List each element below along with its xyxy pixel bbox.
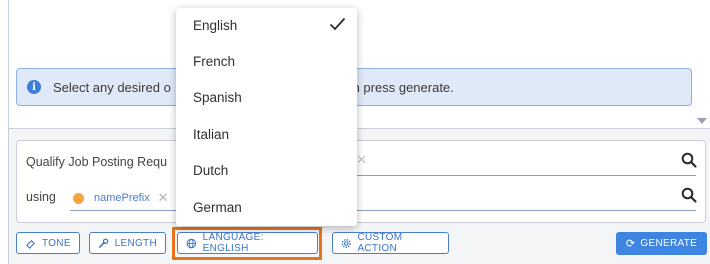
length-button-label: LENGTH xyxy=(114,237,157,249)
gear-icon xyxy=(341,238,351,248)
generate-button[interactable]: ⟳ GENERATE xyxy=(616,232,707,255)
using-label: using xyxy=(26,190,56,204)
generate-button-label: GENERATE xyxy=(640,238,698,249)
language-option-english[interactable]: English xyxy=(193,18,237,33)
wrench-icon xyxy=(98,238,109,248)
prompt-line-1[interactable]: Qualify Job Posting Requ xyxy=(26,155,167,169)
search-icon[interactable] xyxy=(681,152,697,168)
info-banner-text-left: Select any desired o xyxy=(53,79,171,95)
language-dropdown-menu: English French Spanish Italian Dutch Ger… xyxy=(176,8,357,226)
editor-top-panel xyxy=(8,0,710,128)
tone-button[interactable]: TONE xyxy=(16,232,80,254)
checkmark-icon xyxy=(329,17,346,31)
tone-button-label: TONE xyxy=(42,237,71,249)
language-option-german[interactable]: German xyxy=(193,200,242,215)
language-button-highlight xyxy=(172,227,322,260)
resize-handle-icon[interactable] xyxy=(697,118,707,124)
language-option-spanish[interactable]: Spanish xyxy=(193,90,242,105)
token-dot xyxy=(73,192,84,204)
language-option-french[interactable]: French xyxy=(193,54,235,69)
language-option-dutch[interactable]: Dutch xyxy=(193,163,228,178)
language-option-italian[interactable]: Italian xyxy=(193,127,229,142)
search-icon[interactable] xyxy=(681,187,697,203)
info-icon: i xyxy=(27,80,41,94)
custom-action-button-label: CUSTOM ACTION xyxy=(357,232,403,254)
token-chip-label: namePrefix xyxy=(94,192,150,204)
token-chip[interactable]: namePrefix ✕ xyxy=(70,189,169,207)
chip-close-icon[interactable]: ✕ xyxy=(356,152,367,168)
prompt-line-2-underline xyxy=(70,210,696,211)
close-icon[interactable]: ✕ xyxy=(158,190,169,206)
prompt-line-1-underline xyxy=(346,175,696,176)
refresh-icon: ⟳ xyxy=(625,238,636,250)
custom-action-button[interactable]: CUSTOM ACTION xyxy=(332,232,449,254)
length-button[interactable]: LENGTH xyxy=(89,232,166,254)
eraser-icon xyxy=(26,239,35,249)
